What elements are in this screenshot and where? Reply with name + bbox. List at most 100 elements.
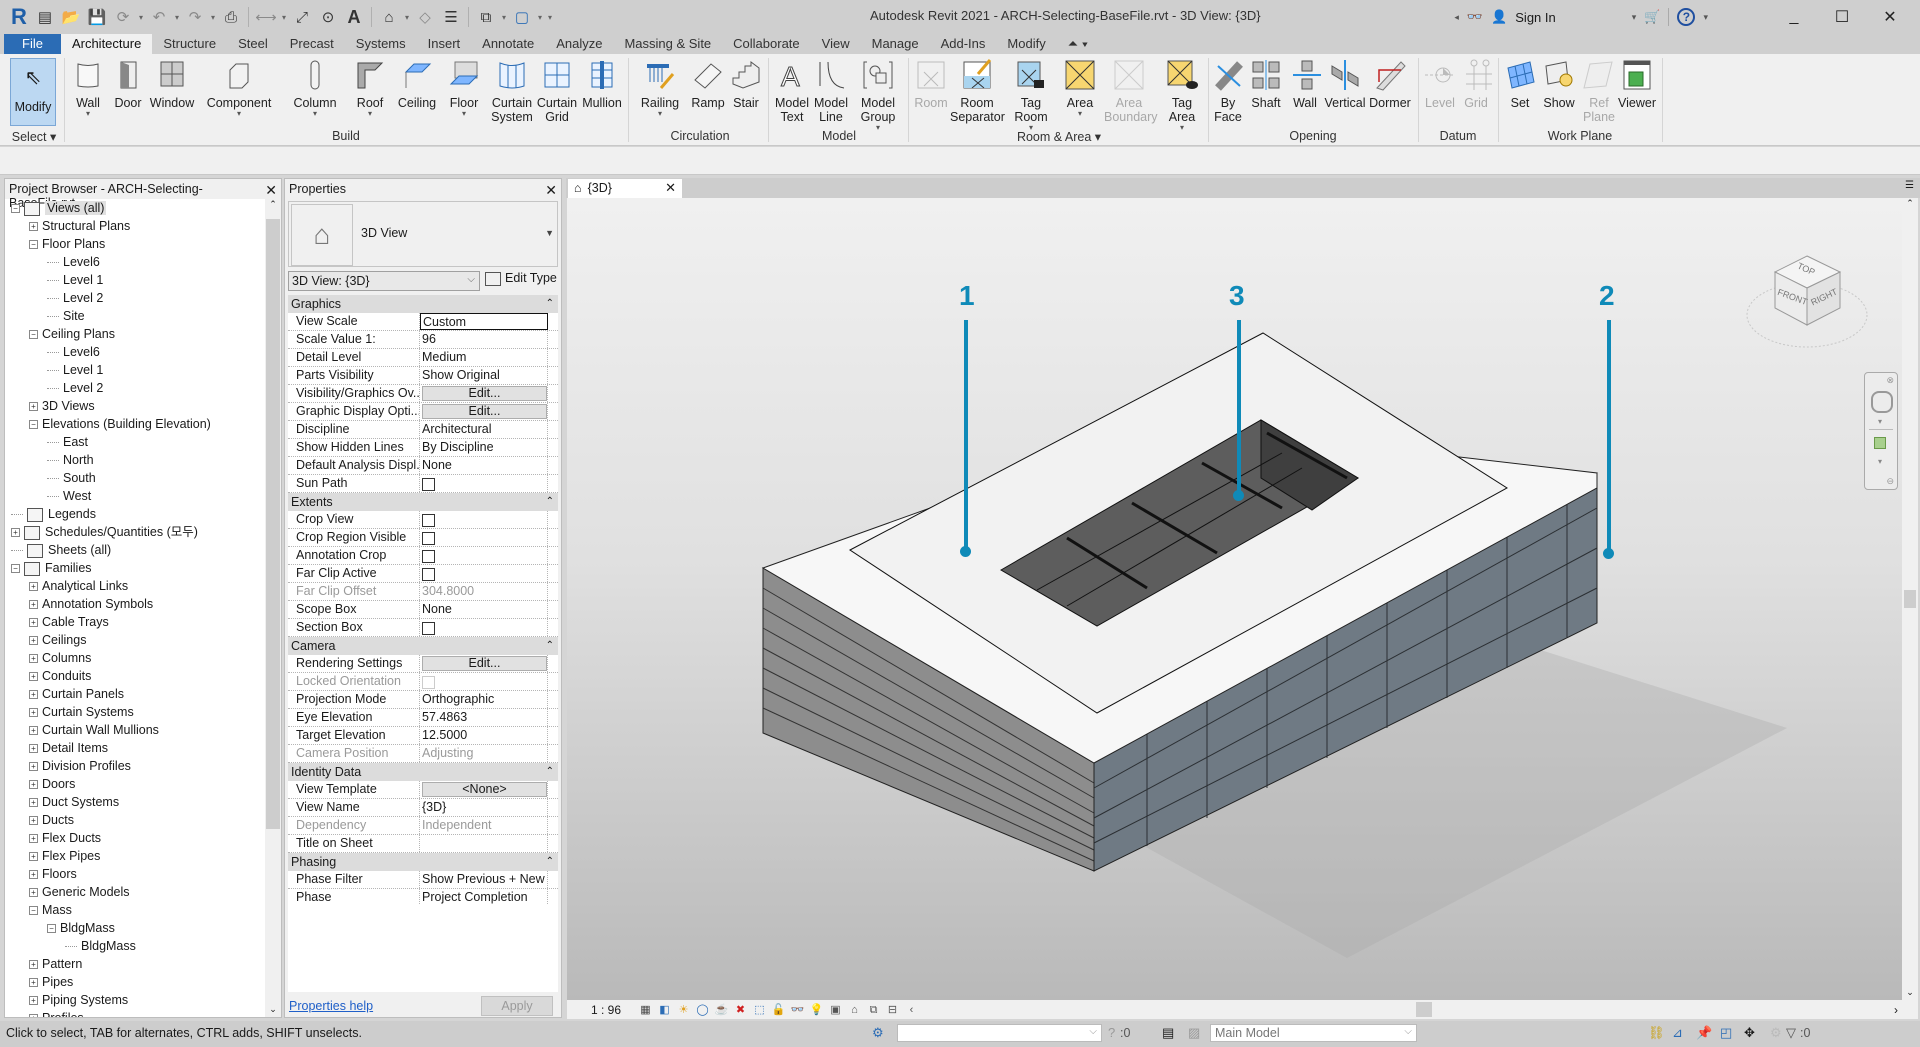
property-value[interactable] [420, 835, 548, 852]
select-underlay-icon[interactable]: ⊿ [1672, 1025, 1683, 1041]
show-button[interactable]: Show [1540, 58, 1578, 110]
customize-qat-icon[interactable]: ▾ [545, 13, 555, 22]
collapse-icon[interactable]: − [29, 330, 38, 340]
tree-item[interactable]: + Columns [5, 649, 267, 667]
tab-systems[interactable]: Systems [345, 34, 417, 54]
set-button[interactable]: Set [1504, 58, 1536, 110]
dormer-button[interactable]: Dormer [1368, 58, 1412, 110]
grid-button[interactable]: Grid [1460, 58, 1492, 110]
aligned-dimension-icon[interactable]: ⤢ [289, 4, 315, 30]
reveal-hidden-icon[interactable]: 💡 [808, 1003, 825, 1017]
property-value[interactable]: {3D} [420, 799, 548, 816]
property-value[interactable] [420, 547, 548, 564]
expand-icon[interactable]: + [29, 888, 38, 898]
roof-button[interactable]: Roof ▾ [352, 58, 388, 118]
maximize-button[interactable]: ☐ [1822, 7, 1862, 27]
building-model[interactable] [567, 198, 1902, 1000]
scroll-thumb[interactable] [1904, 590, 1916, 608]
3d-view-icon[interactable]: ⌂ [376, 4, 402, 30]
chevron-down-icon[interactable]: ▾ [499, 13, 509, 22]
property-value[interactable] [420, 529, 548, 546]
property-group-header[interactable]: Graphics ⌃ [288, 295, 558, 313]
crop-view-icon[interactable]: ✖ [732, 1003, 749, 1017]
redo-icon[interactable]: ↷ [182, 4, 208, 30]
tag-room-button[interactable]: Tag Room ▾ [1010, 58, 1052, 132]
property-value[interactable]: Architectural [420, 421, 548, 438]
switch-windows-icon[interactable]: ⧉ [473, 4, 499, 30]
cart-icon[interactable]: 🛒 [1644, 9, 1660, 25]
sign-in-button[interactable]: Sign In [1515, 10, 1555, 25]
expand-icon[interactable]: + [29, 708, 38, 718]
area-button[interactable]: Area ▾ [1062, 58, 1098, 118]
tab-analyze[interactable]: Analyze [545, 34, 613, 54]
tree-item[interactable]: BldgMass [5, 937, 267, 955]
tree-item[interactable]: West [5, 487, 267, 505]
collapse-icon[interactable]: − [29, 906, 38, 916]
property-group-header[interactable]: Camera ⌃ [288, 637, 558, 655]
expand-icon[interactable]: + [29, 654, 38, 664]
viewcube[interactable]: TOP FRONT RIGHT [1745, 250, 1875, 360]
close-icon[interactable]: ✕ [265, 182, 277, 198]
zoom-region-icon[interactable] [1874, 437, 1886, 449]
tree-item[interactable]: Level6 [5, 343, 267, 361]
scroll-up-icon[interactable]: ⌃ [1902, 198, 1918, 209]
stair-button[interactable]: Stair [728, 58, 764, 110]
tree-item[interactable]: Level 1 [5, 271, 267, 289]
expand-icon[interactable]: + [29, 780, 38, 790]
expand-icon[interactable]: + [29, 402, 38, 412]
tree-item[interactable]: − Floor Plans [5, 235, 267, 253]
expand-icon[interactable]: + [29, 672, 38, 682]
binoculars-icon[interactable]: 👓 [1467, 9, 1483, 25]
tree-item[interactable]: East [5, 433, 267, 451]
collapse-icon[interactable]: − [11, 564, 20, 574]
tree-item[interactable]: Level6 [5, 253, 267, 271]
property-checkbox[interactable] [422, 568, 435, 582]
chevron-down-icon[interactable]: ▾ [1703, 12, 1708, 23]
expand-icon[interactable]: + [29, 618, 38, 628]
property-edit-button[interactable]: Edit... [422, 404, 547, 419]
design-options-icon[interactable]: ▤ [1162, 1025, 1174, 1041]
collapse-group-icon[interactable]: ⌃ [546, 637, 554, 655]
chevron-down-icon[interactable]: ▾ [279, 13, 289, 22]
property-checkbox[interactable] [422, 532, 435, 546]
property-value[interactable]: 96 [420, 331, 548, 348]
tree-item[interactable]: − Families [5, 559, 267, 577]
tree-item[interactable]: + Conduits [5, 667, 267, 685]
highlight-displacement-icon[interactable]: ⧉ [865, 1003, 882, 1017]
chevron-down-icon[interactable]: ▾ [136, 13, 146, 22]
steering-wheel-icon[interactable] [1871, 391, 1893, 413]
model-text-button[interactable]: A Model Text [772, 58, 812, 125]
expand-icon[interactable]: + [29, 600, 38, 610]
collapse-icon[interactable]: − [29, 240, 38, 250]
property-value[interactable]: <None> [420, 781, 548, 798]
column-button[interactable]: Column ▾ [290, 58, 340, 118]
expand-icon[interactable]: + [29, 834, 38, 844]
property-value[interactable]: Medium [420, 349, 548, 366]
property-value[interactable]: Edit... [420, 385, 548, 402]
property-checkbox[interactable] [422, 550, 435, 564]
property-value[interactable]: Edit... [420, 655, 548, 672]
tab-modify[interactable]: Modify [996, 34, 1056, 54]
tree-item[interactable]: + Curtain Systems [5, 703, 267, 721]
tree-item[interactable]: + Pipes [5, 973, 267, 991]
ref-plane-button[interactable]: Ref Plane [1582, 58, 1616, 124]
wall-opening-button[interactable]: Wall [1290, 58, 1321, 110]
expand-icon[interactable]: + [29, 798, 38, 808]
tab-collaborate[interactable]: Collaborate [722, 34, 811, 54]
collapse-icon[interactable]: − [11, 204, 20, 214]
ramp-button[interactable]: Ramp [688, 58, 728, 110]
select-pinned-icon[interactable]: 📌 [1696, 1025, 1712, 1041]
drag-on-selection-icon[interactable]: ✥ [1744, 1025, 1755, 1041]
chevron-left-icon[interactable]: ◂ [1454, 12, 1459, 23]
measure-icon[interactable]: ⟷ [253, 4, 279, 30]
scroll-down-icon[interactable]: ⌄ [265, 1004, 281, 1015]
chevron-down-icon[interactable]: ▼ [545, 228, 554, 238]
sun-path-off-icon[interactable]: ☀ [675, 1003, 692, 1017]
collapse-icon[interactable]: − [47, 924, 56, 934]
area-boundary-button[interactable]: Area Boundary [1104, 58, 1158, 124]
temporary-view-properties-icon[interactable]: ▣ [827, 1003, 844, 1017]
view-tab-menu-icon[interactable]: ☰ [1905, 180, 1914, 191]
tree-item[interactable]: + Ceilings [5, 631, 267, 649]
recent-files-icon[interactable]: ▤ [32, 4, 58, 30]
horizontal-scroll-thumb[interactable] [1416, 1002, 1432, 1017]
